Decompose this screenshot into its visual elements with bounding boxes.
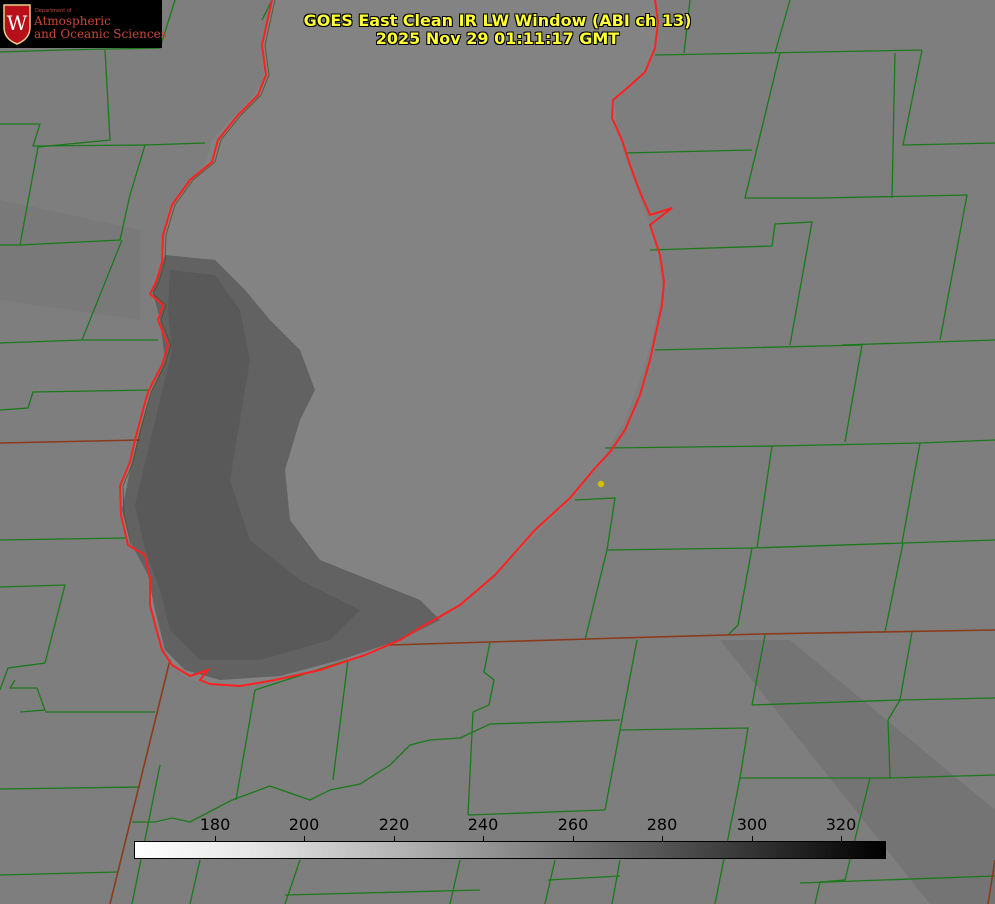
- location-dot-icon: [597, 480, 605, 488]
- colorbar-tick-label: 260: [557, 815, 589, 834]
- colorbar-tick-label: 180: [199, 815, 231, 834]
- satellite-map: [0, 0, 995, 904]
- colorbar-tick-label: 320: [825, 815, 857, 834]
- colorbar-gradient: [134, 841, 886, 859]
- colorbar-tick-label: 200: [288, 815, 320, 834]
- colorbar-tick-label: 240: [467, 815, 499, 834]
- colorbar-tick-label: 280: [646, 815, 678, 834]
- colorbar-tick-label: 220: [378, 815, 410, 834]
- image-title: GOES East Clean IR LW Window (ABI ch 13): [303, 11, 692, 30]
- colorbar-tick-label: 300: [736, 815, 768, 834]
- satellite-image-viewer: W Department of Atmospheric and Oceanic …: [0, 0, 995, 904]
- image-timestamp: 2025 Nov 29 01:11:17 GMT: [375, 29, 620, 48]
